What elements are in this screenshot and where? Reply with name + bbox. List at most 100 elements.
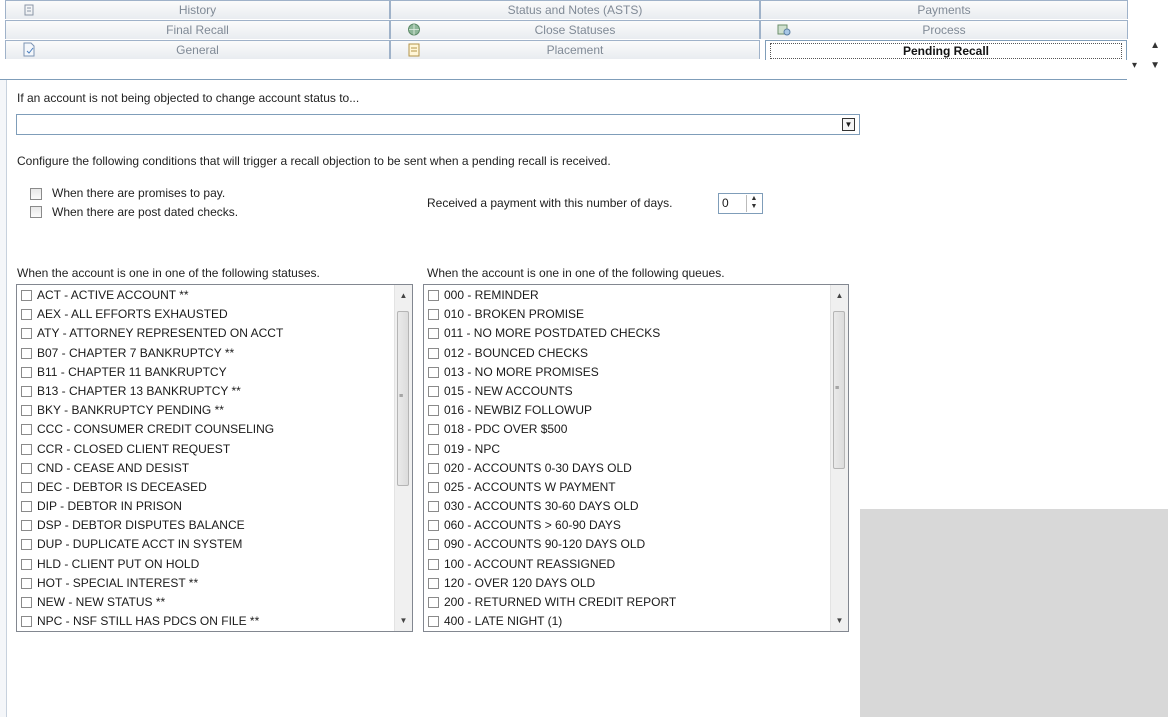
list-item-checkbox[interactable] [21,501,32,513]
list-item-checkbox[interactable] [428,616,439,628]
pdc-checkbox[interactable] [30,206,42,218]
scroll-down-icon[interactable]: ▼ [831,612,848,629]
tab-general[interactable]: General [5,40,390,59]
list-item[interactable]: 060 - ACCOUNTS > 60-90 DAYS [426,516,676,535]
list-item-checkbox[interactable] [21,462,32,474]
scroll-up-icon[interactable]: ▲ [831,287,848,304]
tab-status-and-notes[interactable]: Status and Notes (ASTS) [390,0,760,19]
list-item[interactable]: CND - CEASE AND DESIST [19,459,283,478]
list-item-checkbox[interactable] [428,520,439,532]
list-item[interactable]: CCR - CLOSED CLIENT REQUEST [19,440,283,459]
list-item[interactable]: 100 - ACCOUNT REASSIGNED [426,555,676,574]
list-item[interactable]: 025 - ACCOUNTS W PAYMENT [426,478,676,497]
list-item-checkbox[interactable] [21,290,32,301]
list-item-checkbox[interactable] [21,366,32,378]
list-item-checkbox[interactable] [428,462,439,474]
list-item[interactable]: HLD - CLIENT PUT ON HOLD [19,555,283,574]
list-item-checkbox[interactable] [428,328,439,340]
list-item-checkbox[interactable] [428,424,439,436]
list-item-checkbox[interactable] [21,405,32,417]
queues-scrollbar[interactable]: ▲ ≡ ▼ [830,285,848,631]
list-item[interactable]: 030 - ACCOUNTS 30-60 DAYS OLD [426,497,676,516]
list-item-checkbox[interactable] [428,366,439,378]
tab-history[interactable]: History [5,0,390,19]
list-item-checkbox[interactable] [21,520,32,532]
list-item[interactable]: 012 - BOUNCED CHECKS [426,344,676,363]
queues-listbox[interactable]: 000 - REMINDER 010 - BROKEN PROMISE 011 - … [423,284,849,632]
status-dropdown[interactable]: ▼ [16,114,860,135]
list-item-checkbox[interactable] [21,616,32,628]
list-item[interactable]: 090 - ACCOUNTS 90-120 DAYS OLD [426,535,676,554]
list-item[interactable]: AEX - ALL EFFORTS EXHAUSTED [19,305,283,324]
list-item-checkbox[interactable] [21,328,32,340]
list-item-checkbox[interactable] [21,539,32,551]
list-item[interactable]: B07 - CHAPTER 7 BANKRUPTCY ** [19,344,283,363]
list-item-checkbox[interactable] [21,309,32,321]
list-item-checkbox[interactable] [428,539,439,551]
list-item[interactable]: DUP - DUPLICATE ACCT IN SYSTEM [19,535,283,554]
list-item-checkbox[interactable] [21,558,32,570]
list-item-checkbox[interactable] [21,385,32,397]
list-item-checkbox[interactable] [21,577,32,589]
list-item[interactable]: B13 - CHAPTER 13 BANKRUPTCY ** [19,382,283,401]
tab-payments[interactable]: Payments [760,0,1128,19]
list-item-label: HLD - CLIENT PUT ON HOLD [37,556,200,571]
payment-days-spinner[interactable]: 0 ▲ ▼ [718,193,763,214]
list-item-checkbox[interactable] [428,443,439,455]
list-item-checkbox[interactable] [428,577,439,589]
tab-scroll-up-icon[interactable]: ▲ [1150,40,1160,51]
list-item[interactable]: BKY - BANKRUPTCY PENDING ** [19,401,283,420]
statuses-scrollbar[interactable]: ▲ ≡ ▼ [394,285,412,631]
list-item[interactable]: HOT - SPECIAL INTEREST ** [19,574,283,593]
list-item[interactable]: 020 - ACCOUNTS 0-30 DAYS OLD [426,459,676,478]
tab-scroll-down-icon[interactable]: ▼ [1150,60,1160,71]
list-item[interactable]: 000 - REMINDER [426,286,676,305]
list-item-checkbox[interactable] [21,424,32,436]
list-item[interactable]: CCC - CONSUMER CREDIT COUNSELING [19,420,283,439]
list-item[interactable]: 016 - NEWBIZ FOLLOWUP [426,401,676,420]
list-item[interactable]: 013 - NO MORE PROMISES [426,363,676,382]
spinner-up-icon[interactable]: ▲ [747,195,761,203]
list-item-checkbox[interactable] [428,558,439,570]
tab-pending-recall[interactable]: Pending Recall [765,40,1127,60]
scroll-down-icon[interactable]: ▼ [395,612,412,629]
list-item-checkbox[interactable] [21,597,32,608]
tab-placement[interactable]: Placement [390,40,760,59]
list-item[interactable]: 400 - LATE NIGHT (1) [426,612,676,631]
list-item[interactable]: 019 - NPC [426,440,676,459]
chevron-down-icon[interactable]: ▼ [842,118,855,131]
tab-final-recall[interactable]: Final Recall [5,20,390,39]
list-item-checkbox[interactable] [428,347,439,359]
list-item[interactable]: 011 - NO MORE POSTDATED CHECKS [426,324,676,343]
list-item[interactable]: ACT - ACTIVE ACCOUNT ** [19,286,283,305]
list-item[interactable]: 200 - RETURNED WITH CREDIT REPORT [426,593,676,612]
list-item[interactable]: 010 - BROKEN PROMISE [426,305,676,324]
list-item[interactable]: NPC - NSF STILL HAS PDCS ON FILE ** [19,612,283,631]
spinner-down-icon[interactable]: ▼ [747,203,761,211]
list-item-checkbox[interactable] [21,443,32,455]
list-item-checkbox[interactable] [21,481,32,493]
list-item-checkbox[interactable] [428,405,439,417]
statuses-listbox[interactable]: ACT - ACTIVE ACCOUNT ** AEX - ALL EFFORTS… [16,284,413,632]
list-item[interactable]: DIP - DEBTOR IN PRISON [19,497,283,516]
list-item-checkbox[interactable] [428,597,439,608]
list-item-checkbox[interactable] [428,385,439,397]
list-item-checkbox[interactable] [21,347,32,359]
list-item-checkbox[interactable] [428,501,439,513]
list-item-checkbox[interactable] [428,309,439,321]
list-item[interactable]: DSP - DEBTOR DISPUTES BALANCE [19,516,283,535]
list-item[interactable]: 018 - PDC OVER $500 [426,420,676,439]
list-item[interactable]: DEC - DEBTOR IS DECEASED [19,478,283,497]
list-item[interactable]: 015 - NEW ACCOUNTS [426,382,676,401]
promises-checkbox[interactable] [30,188,42,200]
list-item-checkbox[interactable] [428,481,439,493]
list-item[interactable]: ATY - ATTORNEY REPRESENTED ON ACCT [19,324,283,343]
list-item[interactable]: 120 - OVER 120 DAYS OLD [426,574,676,593]
tab-close-statuses[interactable]: Close Statuses [390,20,760,39]
tab-process[interactable]: Process [760,20,1128,39]
tab-list-menu-icon[interactable]: ▾ [1132,60,1137,71]
list-item[interactable]: NEW - NEW STATUS ** [19,593,283,612]
list-item-checkbox[interactable] [428,290,439,301]
scroll-up-icon[interactable]: ▲ [395,287,412,304]
list-item[interactable]: B11 - CHAPTER 11 BANKRUPTCY [19,363,283,382]
